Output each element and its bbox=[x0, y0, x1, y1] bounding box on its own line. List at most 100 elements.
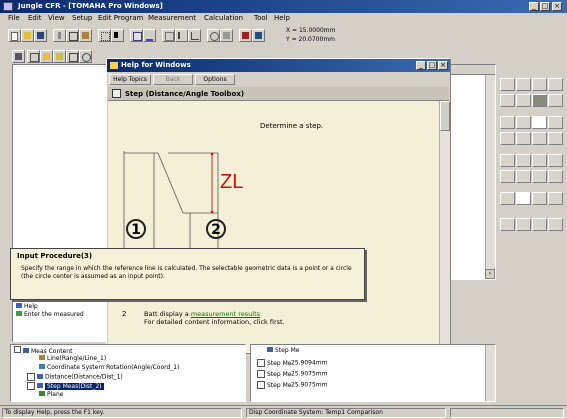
tool-coord-icon[interactable] bbox=[516, 192, 531, 205]
tool-profile-icon[interactable] bbox=[548, 170, 563, 183]
menu-setup[interactable]: Setup bbox=[72, 14, 92, 22]
left-help-item[interactable]: Enter the measured bbox=[16, 311, 84, 319]
tool-depth-icon[interactable] bbox=[516, 132, 531, 145]
menu-help[interactable]: Help bbox=[274, 14, 290, 22]
grid-toggle-icon[interactable] bbox=[27, 50, 40, 63]
menu-file[interactable]: File bbox=[8, 14, 20, 22]
help-titlebar[interactable]: Help for Windows bbox=[107, 59, 450, 72]
tool-offset-icon[interactable] bbox=[548, 192, 563, 205]
save-icon[interactable] bbox=[34, 29, 47, 42]
paste-icon[interactable] bbox=[79, 29, 92, 42]
help-topics-button[interactable]: Help Topics bbox=[109, 74, 151, 85]
menu-edit-program[interactable]: Edit Program bbox=[98, 14, 143, 22]
tool-plane-icon[interactable] bbox=[548, 78, 563, 91]
tool-point-icon[interactable] bbox=[532, 78, 547, 91]
help-window: Help for Windows _ □ × Help Topics Back … bbox=[106, 58, 451, 354]
help-book-icon[interactable] bbox=[252, 29, 265, 42]
tool-circle-icon[interactable] bbox=[500, 78, 515, 91]
view-icon[interactable] bbox=[12, 50, 25, 63]
measurement-results-link[interactable]: measurement results bbox=[191, 310, 260, 318]
tool-array-icon[interactable] bbox=[516, 218, 531, 231]
help-maximize-button[interactable]: □ bbox=[427, 61, 437, 70]
result-checkbox[interactable] bbox=[257, 381, 265, 389]
results-scrollbar[interactable] bbox=[485, 345, 495, 401]
layer-icon[interactable] bbox=[53, 50, 66, 63]
scroll-right-arrow-icon[interactable]: › bbox=[485, 269, 495, 279]
tree-item[interactable]: Plane bbox=[39, 391, 63, 400]
tool-pitch-icon[interactable] bbox=[548, 132, 563, 145]
menu-tool[interactable]: Tool bbox=[254, 14, 268, 22]
result-checkbox[interactable] bbox=[257, 370, 265, 378]
tool-radius-icon[interactable] bbox=[532, 132, 547, 145]
help-scrollbar[interactable] bbox=[439, 101, 450, 353]
tool-step-icon[interactable] bbox=[532, 116, 547, 129]
tree-root[interactable]: Meas Content bbox=[14, 346, 72, 355]
result-row[interactable]: Step Me25.9094mm bbox=[257, 359, 328, 367]
result-checkbox[interactable] bbox=[257, 359, 265, 367]
tool-cylinder-icon[interactable] bbox=[500, 94, 515, 107]
table-icon[interactable] bbox=[130, 29, 143, 42]
right-scrollbar[interactable] bbox=[485, 75, 495, 279]
tool-width-icon[interactable] bbox=[548, 116, 563, 129]
tool-height-icon[interactable] bbox=[500, 132, 515, 145]
menu-view[interactable]: View bbox=[48, 14, 65, 22]
open-icon[interactable] bbox=[21, 29, 34, 42]
status-right: Disp Coordinate System: Temp1 Comparison bbox=[246, 408, 446, 418]
result-row[interactable]: Step Me25.9075mm bbox=[257, 381, 328, 389]
tree-item[interactable]: Coordinate System Rotation(Angle/Coord_1… bbox=[39, 364, 179, 373]
help-back-button[interactable]: Back bbox=[153, 74, 193, 85]
left-help-item[interactable]: Help bbox=[16, 303, 84, 311]
tool-angle-icon[interactable] bbox=[516, 116, 531, 129]
tool-ellipse-icon[interactable] bbox=[548, 94, 563, 107]
maximize-button[interactable]: □ bbox=[540, 2, 550, 11]
menu-edit[interactable]: Edit bbox=[28, 14, 42, 22]
help-scroll-thumb[interactable] bbox=[440, 101, 450, 131]
rotate-icon[interactable] bbox=[207, 29, 220, 42]
grid-icon[interactable] bbox=[98, 29, 111, 42]
measure-icon[interactable] bbox=[162, 29, 175, 42]
tool-runout-icon[interactable] bbox=[532, 170, 547, 183]
new-icon[interactable] bbox=[8, 29, 21, 42]
tool-flatness-icon[interactable] bbox=[500, 154, 515, 167]
axis-icon[interactable] bbox=[188, 29, 201, 42]
tree-checkbox[interactable] bbox=[27, 373, 35, 381]
tree-checkbox[interactable] bbox=[27, 382, 35, 390]
help-close-button[interactable]: × bbox=[438, 61, 448, 70]
tree-item[interactable]: Line(Rangle/Line_1) bbox=[39, 355, 106, 364]
tool-perpendicular-icon[interactable] bbox=[532, 154, 547, 167]
help-cursor-icon[interactable] bbox=[239, 29, 252, 42]
tool-roundness-icon[interactable] bbox=[516, 170, 531, 183]
tool-datum-icon[interactable] bbox=[500, 192, 515, 205]
tool-sphere-icon[interactable] bbox=[532, 94, 547, 107]
tool-line-icon[interactable] bbox=[516, 78, 531, 91]
result-row[interactable]: Step Me25.9075mm bbox=[257, 370, 328, 378]
print-icon[interactable] bbox=[220, 29, 233, 42]
tree-item-selected[interactable]: Step Meas(Dist_2) bbox=[27, 382, 104, 391]
menu-calculation[interactable]: Calculation bbox=[204, 14, 243, 22]
tree-item[interactable]: Distance(Distance/Dist_1) bbox=[27, 373, 123, 382]
snap-icon[interactable] bbox=[40, 50, 53, 63]
circle-label-2: 2 bbox=[206, 219, 226, 239]
probe-icon[interactable] bbox=[175, 29, 188, 42]
close-button[interactable]: × bbox=[552, 2, 562, 11]
menu-measurement[interactable]: Measurement bbox=[148, 14, 196, 22]
pointer-icon[interactable] bbox=[111, 29, 124, 42]
tool-mirror-icon[interactable] bbox=[500, 218, 515, 231]
zoom-icon[interactable] bbox=[79, 50, 92, 63]
tool-position-icon[interactable] bbox=[548, 154, 563, 167]
help-options-button[interactable]: Options bbox=[195, 74, 235, 85]
results-header[interactable]: Step Me bbox=[267, 347, 299, 354]
tool-transform-icon[interactable] bbox=[532, 192, 547, 205]
tool-parallel-icon[interactable] bbox=[516, 154, 531, 167]
tool-report-icon[interactable] bbox=[548, 218, 563, 231]
tool-cone-icon[interactable] bbox=[516, 94, 531, 107]
tool-macro-icon[interactable] bbox=[532, 218, 547, 231]
tool-distance-icon[interactable] bbox=[500, 116, 515, 129]
display-icon[interactable] bbox=[66, 50, 79, 63]
cut-icon[interactable] bbox=[53, 29, 66, 42]
copy-icon[interactable] bbox=[66, 29, 79, 42]
chart-icon[interactable] bbox=[143, 29, 156, 42]
minimize-button[interactable]: _ bbox=[529, 2, 539, 11]
tool-symmetry-icon[interactable] bbox=[500, 170, 515, 183]
help-minimize-button[interactable]: _ bbox=[416, 61, 426, 70]
